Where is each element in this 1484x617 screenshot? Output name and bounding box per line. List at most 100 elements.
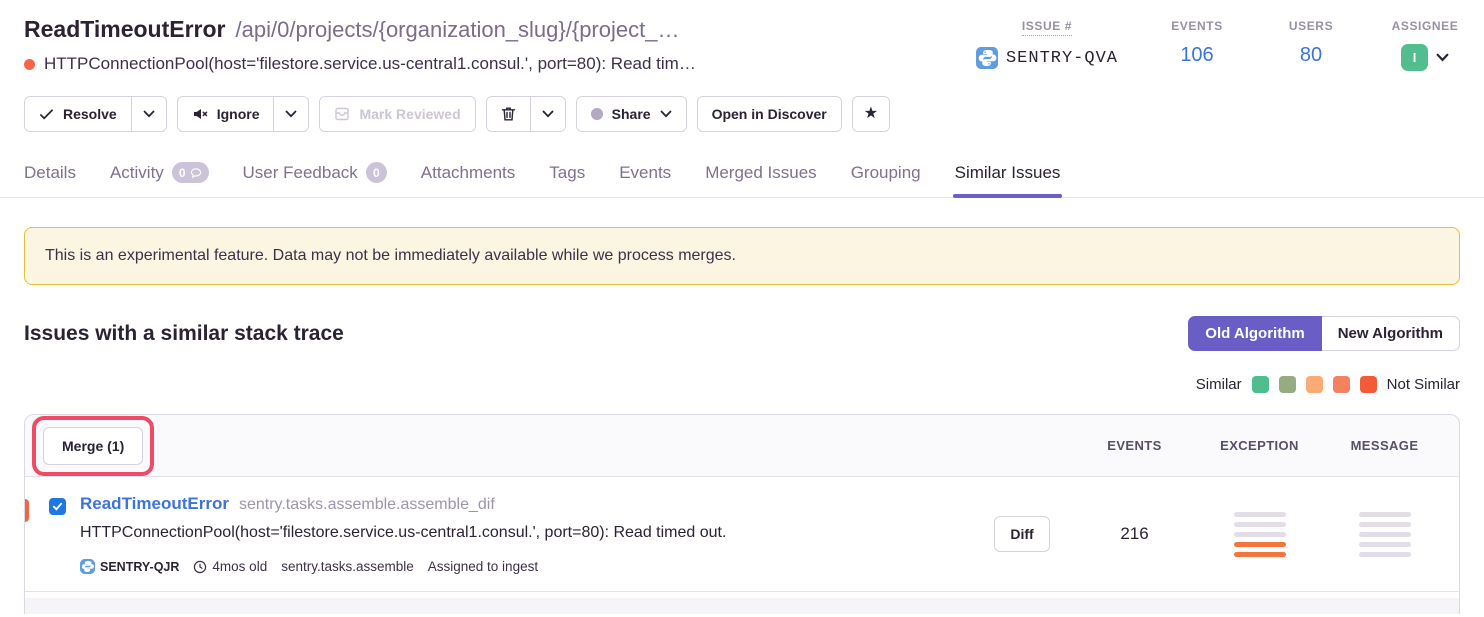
- issue-short-id-text: SENTRY-QVA: [1006, 49, 1118, 68]
- events-label: EVENTS: [1171, 19, 1223, 33]
- tab-events[interactable]: Events: [619, 162, 671, 197]
- legend-swatch: [1360, 376, 1377, 393]
- issue-culprit-line: HTTPConnectionPool(host='filestore.servi…: [24, 54, 696, 74]
- issue-short-id[interactable]: SENTRY-QVA: [976, 47, 1118, 69]
- similar-issues-section-head: Issues with a similar stack trace Old Al…: [0, 285, 1484, 351]
- chevron-down-icon: [285, 110, 297, 118]
- next-section-strip: [25, 598, 1459, 614]
- check-icon: [52, 501, 63, 512]
- resolve-button-group: Resolve: [24, 96, 167, 132]
- row-message: HTTPConnectionPool(host='filestore.servi…: [80, 524, 972, 542]
- assignee-label: ASSIGNEE: [1392, 19, 1459, 33]
- issue-stats: ISSUE # SENTRY-QVA EVENTS 106 USERS 80 A…: [976, 16, 1460, 74]
- ignore-button-group: Ignore: [177, 96, 310, 132]
- python-project-icon: [80, 559, 95, 574]
- users-label: USERS: [1289, 19, 1333, 33]
- similar-issues-table: Merge (1) EVENTS EXCEPTION MESSAGE ReadT…: [24, 414, 1460, 614]
- legend-swatch: [1306, 376, 1323, 393]
- mark-reviewed-button[interactable]: Mark Reviewed: [320, 97, 474, 131]
- new-algorithm-button[interactable]: New Algorithm: [1322, 316, 1460, 351]
- row-short-id: SENTRY-QJR: [80, 559, 179, 574]
- merge-button[interactable]: Merge (1): [43, 427, 143, 465]
- similar-issue-row: ReadTimeoutError sentry.tasks.assemble.a…: [25, 477, 1459, 592]
- chevron-down-icon: [542, 110, 554, 118]
- stat-assignee: ASSIGNEE I: [1390, 19, 1460, 74]
- ignore-button[interactable]: Ignore: [178, 97, 274, 131]
- users-count[interactable]: 80: [1300, 44, 1322, 67]
- clock-icon: [193, 560, 207, 574]
- row-title-line: ReadTimeoutError sentry.tasks.assemble.a…: [80, 494, 972, 514]
- open-in-discover-button[interactable]: Open in Discover: [698, 97, 841, 131]
- tab-details[interactable]: Details: [24, 162, 76, 197]
- delete-dropdown-button[interactable]: [530, 97, 565, 131]
- tab-merged-issues[interactable]: Merged Issues: [705, 162, 817, 197]
- legend-swatch: [1333, 376, 1350, 393]
- legend-swatch: [1252, 376, 1269, 393]
- row-issue-link[interactable]: ReadTimeoutError: [80, 494, 229, 514]
- exception-similarity-cell: [1197, 512, 1322, 557]
- row-age: 4mos old: [193, 559, 267, 574]
- issue-culprit-text: HTTPConnectionPool(host='filestore.servi…: [44, 54, 696, 74]
- algorithm-toggle: Old Algorithm New Algorithm: [1188, 316, 1460, 351]
- issue-detail-page: ReadTimeoutError /api/0/projects/{organi…: [0, 0, 1484, 614]
- column-message: MESSAGE: [1322, 438, 1447, 453]
- resolve-dropdown-button[interactable]: [131, 97, 166, 131]
- assignee-dropdown[interactable]: I: [1401, 44, 1449, 71]
- mark-reviewed-button-group: Mark Reviewed: [319, 96, 475, 132]
- issue-number-label[interactable]: ISSUE #: [1022, 19, 1072, 36]
- banner-text: This is an experimental feature. Data ma…: [45, 247, 736, 264]
- issue-transaction-path: /api/0/projects/{organization_slug}/{pro…: [236, 17, 680, 43]
- share-button[interactable]: Share: [577, 97, 686, 131]
- tab-user-feedback[interactable]: User Feedback 0: [243, 162, 387, 197]
- action-toolbar: Resolve Ignore Mark Reviewed: [0, 74, 1484, 132]
- row-meta-line: SENTRY-QJR 4mos old sentry.tasks.assembl…: [80, 559, 972, 574]
- row-cells: Diff 216: [972, 494, 1447, 574]
- old-algorithm-button[interactable]: Old Algorithm: [1188, 316, 1321, 351]
- tab-activity[interactable]: Activity 0: [110, 162, 209, 197]
- table-column-headers: EVENTS EXCEPTION MESSAGE: [1072, 438, 1447, 453]
- message-similarity-bars: [1359, 512, 1411, 557]
- issue-title-line: ReadTimeoutError /api/0/projects/{organi…: [24, 16, 696, 43]
- chevron-down-icon: [143, 110, 155, 118]
- column-exception: EXCEPTION: [1197, 438, 1322, 453]
- tab-attachments[interactable]: Attachments: [421, 162, 516, 197]
- tab-tags[interactable]: Tags: [549, 162, 585, 197]
- open-in-discover-button-group: Open in Discover: [697, 96, 842, 132]
- delete-button[interactable]: [487, 97, 530, 131]
- section-title: Issues with a similar stack trace: [24, 322, 344, 346]
- exception-similarity-bars: [1234, 512, 1286, 557]
- delete-button-group: [486, 96, 566, 132]
- share-button-group: Share: [576, 96, 687, 132]
- click-target-annotation: Merge (1): [32, 416, 154, 476]
- resolve-button[interactable]: Resolve: [25, 97, 131, 131]
- experimental-feature-banner: This is an experimental feature. Data ma…: [24, 227, 1460, 285]
- assignee-avatar: I: [1401, 44, 1428, 71]
- events-count[interactable]: 106: [1180, 44, 1213, 67]
- bookmark-star-button[interactable]: ★: [853, 97, 889, 131]
- row-checkbox[interactable]: [49, 498, 66, 515]
- table-header: Merge (1) EVENTS EXCEPTION MESSAGE: [25, 415, 1459, 477]
- error-level-dot: [24, 59, 35, 70]
- issue-header: ReadTimeoutError /api/0/projects/{organi…: [0, 0, 1484, 74]
- diff-cell: Diff: [972, 516, 1072, 552]
- stat-users: USERS 80: [1276, 19, 1346, 74]
- legend-similar-label: Similar: [1196, 376, 1242, 393]
- row-events-count: 216: [1072, 524, 1197, 544]
- check-icon: [39, 107, 54, 122]
- mute-icon: [192, 106, 208, 122]
- tab-similar-issues[interactable]: Similar Issues: [955, 162, 1061, 197]
- row-assignment: Assigned to ingest: [428, 559, 538, 574]
- tab-grouping[interactable]: Grouping: [851, 162, 921, 197]
- error-level-bar: [24, 499, 29, 522]
- trash-icon: [501, 106, 516, 122]
- bookmark-button-group: ★: [852, 96, 890, 132]
- issue-tab-bar: Details Activity 0 User Feedback 0 Attac…: [0, 132, 1484, 198]
- column-events: EVENTS: [1072, 438, 1197, 453]
- row-main: ReadTimeoutError sentry.tasks.assemble.a…: [80, 494, 972, 574]
- stat-issue-id: ISSUE # SENTRY-QVA: [976, 19, 1118, 74]
- ignore-dropdown-button[interactable]: [273, 97, 308, 131]
- issue-header-left: ReadTimeoutError /api/0/projects/{organi…: [24, 16, 696, 74]
- user-feedback-count-badge: 0: [366, 162, 387, 183]
- diff-button[interactable]: Diff: [994, 516, 1049, 552]
- archive-icon: [334, 106, 350, 122]
